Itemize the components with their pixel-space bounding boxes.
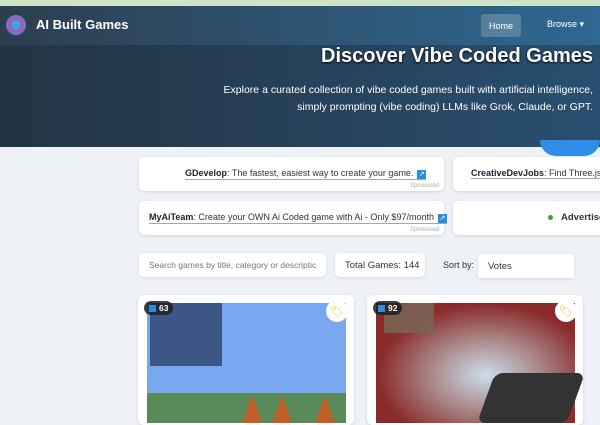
hero: Discover Vibe Coded Games Explore a cura… (0, 45, 600, 147)
game-card[interactable]: 92 🏷 (367, 295, 586, 425)
sort-select[interactable]: Votes (478, 254, 574, 278)
sort-label: Sort by: (443, 260, 475, 270)
search-input[interactable] (139, 253, 326, 277)
logo-icon[interactable] (6, 15, 26, 35)
brand-name[interactable]: AI Built Games (36, 17, 128, 32)
nav-home[interactable]: Home (481, 14, 521, 37)
total-games: Total Games: 144 (335, 253, 425, 277)
nav-browse[interactable]: Browse ▾ (547, 19, 584, 30)
external-link-icon: ↗ (417, 170, 427, 179)
game-thumbnail[interactable] (147, 303, 346, 423)
game-card[interactable]: 63 🏷 (138, 295, 354, 425)
ad-gdevelop[interactable]: GDevelop: The fastest, easiest way to cr… (139, 157, 444, 191)
status-dot-icon (548, 214, 553, 220)
vote-icon (378, 304, 385, 312)
ad-myaiteam[interactable]: MyAiTeam: Create your OWN Ai Coded game … (139, 201, 447, 235)
decorative-blob (540, 140, 600, 156)
vote-badge: 92 (373, 301, 403, 315)
external-link-icon: ↗ (437, 214, 447, 223)
navbar: AI Built Games Home Browse ▾ (0, 6, 600, 45)
ad-creativedevjobs[interactable]: CreativeDevJobs: Find Three.js, (453, 157, 600, 191)
tag-icon[interactable]: 🏷 (326, 300, 348, 322)
hero-subtitle: Explore a curated collection of vibe cod… (223, 84, 593, 113)
vote-badge: 63 (144, 301, 174, 315)
vote-icon (149, 304, 156, 312)
game-thumbnail[interactable] (376, 303, 586, 423)
tag-icon[interactable]: 🏷 (555, 300, 577, 322)
advertise-button[interactable]: Advertise (453, 201, 600, 235)
hero-title: Discover Vibe Coded Games (321, 45, 593, 67)
